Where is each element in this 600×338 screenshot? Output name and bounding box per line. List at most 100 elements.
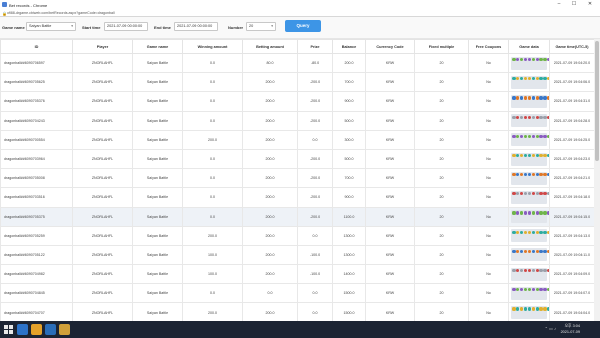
table-row[interactable]: dragonball##6090706597 ZNORLAHFL Saiyan Ba… [0,52,594,74]
game-data-thumbnail[interactable] [511,306,549,320]
slot-symbol-icon [539,269,543,273]
cell-betting-amount: 200.0 [242,91,298,112]
column-header: Balance [332,39,366,54]
query-button[interactable]: Query [285,20,321,32]
table-row[interactable]: dragonball##6090704707 ZNORLAHFL Saiyan Ba… [0,302,594,321]
table-row[interactable]: dragonball##6090705122 ZNORLAHFL Saiyan Ba… [0,244,594,266]
game-data-thumbnail[interactable] [511,114,549,128]
minimize-icon[interactable]: – [552,1,566,8]
cell-balance: 300.0 [332,129,366,150]
slot-symbol-icon [512,77,516,81]
end-time-input[interactable]: 2021-07-09 00:00:00 [174,21,218,31]
cell-betting-amount: 200.0 [242,264,298,285]
cell-currency-code: KRW [365,302,415,321]
game-data-thumbnail[interactable] [511,133,549,147]
cell-game-name: Saiyan Battle [132,206,183,227]
address-bar[interactable]: 🔒 ofl88-drgame.cbiweb.com/betRecords.asp… [0,9,600,17]
table-row[interactable]: dragonball##6090703516 ZNORLAHFL Saiyan Ba… [0,187,594,208]
system-clock[interactable]: 오후 3:04 2021-07-09 [561,323,580,335]
table-row[interactable]: dragonball##6090704845 ZNORLAHFL Saiyan Ba… [0,283,594,304]
number-label: Number [228,25,244,30]
url-text[interactable]: ofl88-drgame.cbiweb.com/betRecords.aspx?… [7,11,115,15]
maximize-icon[interactable]: ☐ [567,1,581,8]
cell-currency-code: KRW [365,206,415,227]
slot-symbol-icon [516,211,520,215]
cell-winning-amount: 0.0 [182,91,243,112]
table-row[interactable]: dragonball##6090705259 ZNORLAHFL Saiyan Ba… [0,225,594,246]
cell-balance: 1100.0 [332,206,366,227]
slot-symbol-icon [516,230,520,234]
slot-symbol-icon [543,211,547,215]
table-scrollbar[interactable] [594,39,600,321]
game-data-thumbnail[interactable] [511,152,549,166]
game-data-thumbnail[interactable] [511,248,549,262]
cell-game-data[interactable] [508,110,550,131]
slot-symbol-icon [539,57,543,62]
game-data-thumbnail[interactable] [511,171,549,185]
game-data-thumbnail[interactable] [511,267,549,281]
slot-symbol-icon [543,134,547,138]
cell-id: dragonball##6090704707 [0,302,73,321]
taskbar-app-3-icon[interactable] [45,324,56,335]
cell-player: ZNORLAHFL [72,244,133,266]
slot-symbol-icon [539,307,543,311]
cell-id: dragonball##6090705625 [0,72,73,93]
cell-game-name: Saiyan Battle [132,148,183,170]
cell-id: dragonball##6090704243 [0,110,73,131]
cell-game-data[interactable] [508,72,550,93]
taskbar-app-4-icon[interactable] [59,324,70,335]
cell-game-data[interactable] [508,225,550,246]
cell-betting-amount: 200.0 [242,244,298,266]
game-data-thumbnail[interactable] [511,75,549,89]
cell-id: dragonball##6090705008 [0,168,73,189]
cell-game-data[interactable] [508,129,550,150]
table-row[interactable]: dragonball##6090704982 ZNORLAHFL Saiyan Ba… [0,264,594,285]
end-time-value: 2021-07-09 00:00:00 [177,23,213,28]
cell-balance: 700.0 [332,168,366,189]
cell-game-data[interactable] [508,264,550,285]
game-name-select[interactable]: Saiyan Battle ▾ [26,21,76,31]
cell-game-data[interactable] [508,52,550,74]
cell-free-coupons: No [468,302,509,321]
windows-start-icon[interactable] [4,325,13,334]
table-row[interactable]: dragonball##6090705375 ZNORLAHFL Saiyan Ba… [0,206,594,227]
cell-free-coupons: No [468,168,509,189]
cell-player: ZNORLAHFL [72,168,133,189]
cell-winning-amount: 0.0 [182,148,243,170]
cell-game-data[interactable] [508,206,550,227]
cell-fixed-multiple: 20 [414,244,469,266]
close-icon[interactable]: ✕ [583,1,597,8]
cell-game-data[interactable] [508,302,550,321]
cell-prize: 0.0 [297,283,333,304]
system-tray-icons[interactable]: ⌃ ▭ ♪ [545,326,556,331]
cell-game-data[interactable] [508,148,550,170]
start-time-input[interactable]: 2021-07-09 00:00:00 [104,21,148,31]
table-row[interactable]: dragonball##6090705625 ZNORLAHFL Saiyan Ba… [0,72,594,93]
cell-currency-code: KRW [365,283,415,304]
table-row[interactable]: dragonball##6090705376 ZNORLAHFL Saiyan Ba… [0,91,594,112]
game-data-thumbnail[interactable] [511,190,549,204]
slot-symbol-icon [535,269,539,273]
taskbar-app-1-icon[interactable] [17,324,28,335]
table-row[interactable]: dragonball##6090705008 ZNORLAHFL Saiyan Ba… [0,168,594,189]
cell-game-data[interactable] [508,168,550,189]
table-row[interactable]: dragonball##6090704243 ZNORLAHFL Saiyan Ba… [0,110,594,131]
cell-game-data[interactable] [508,91,550,112]
game-data-thumbnail[interactable] [511,229,549,243]
game-data-thumbnail[interactable] [511,56,549,70]
cell-player: ZNORLAHFL [72,225,133,246]
table-row[interactable]: dragonball##6090700554 ZNORLAHFL Saiyan Ba… [0,129,594,150]
cell-currency-code: KRW [365,264,415,285]
table-row[interactable]: dragonball##6090703964 ZNORLAHFL Saiyan Ba… [0,148,594,170]
cell-game-data[interactable] [508,187,550,208]
scrollbar-thumb[interactable] [595,41,599,161]
cell-game-data[interactable] [508,283,550,304]
cell-game-data[interactable] [508,244,550,266]
taskbar-app-2-icon[interactable] [31,324,42,335]
game-data-thumbnail[interactable] [511,286,549,300]
number-select[interactable]: 20 ▾ [246,21,276,31]
slot-symbol-icon [527,230,532,234]
end-time-label: End time [154,25,171,30]
game-data-thumbnail[interactable] [511,210,549,224]
game-data-thumbnail[interactable] [511,94,549,108]
